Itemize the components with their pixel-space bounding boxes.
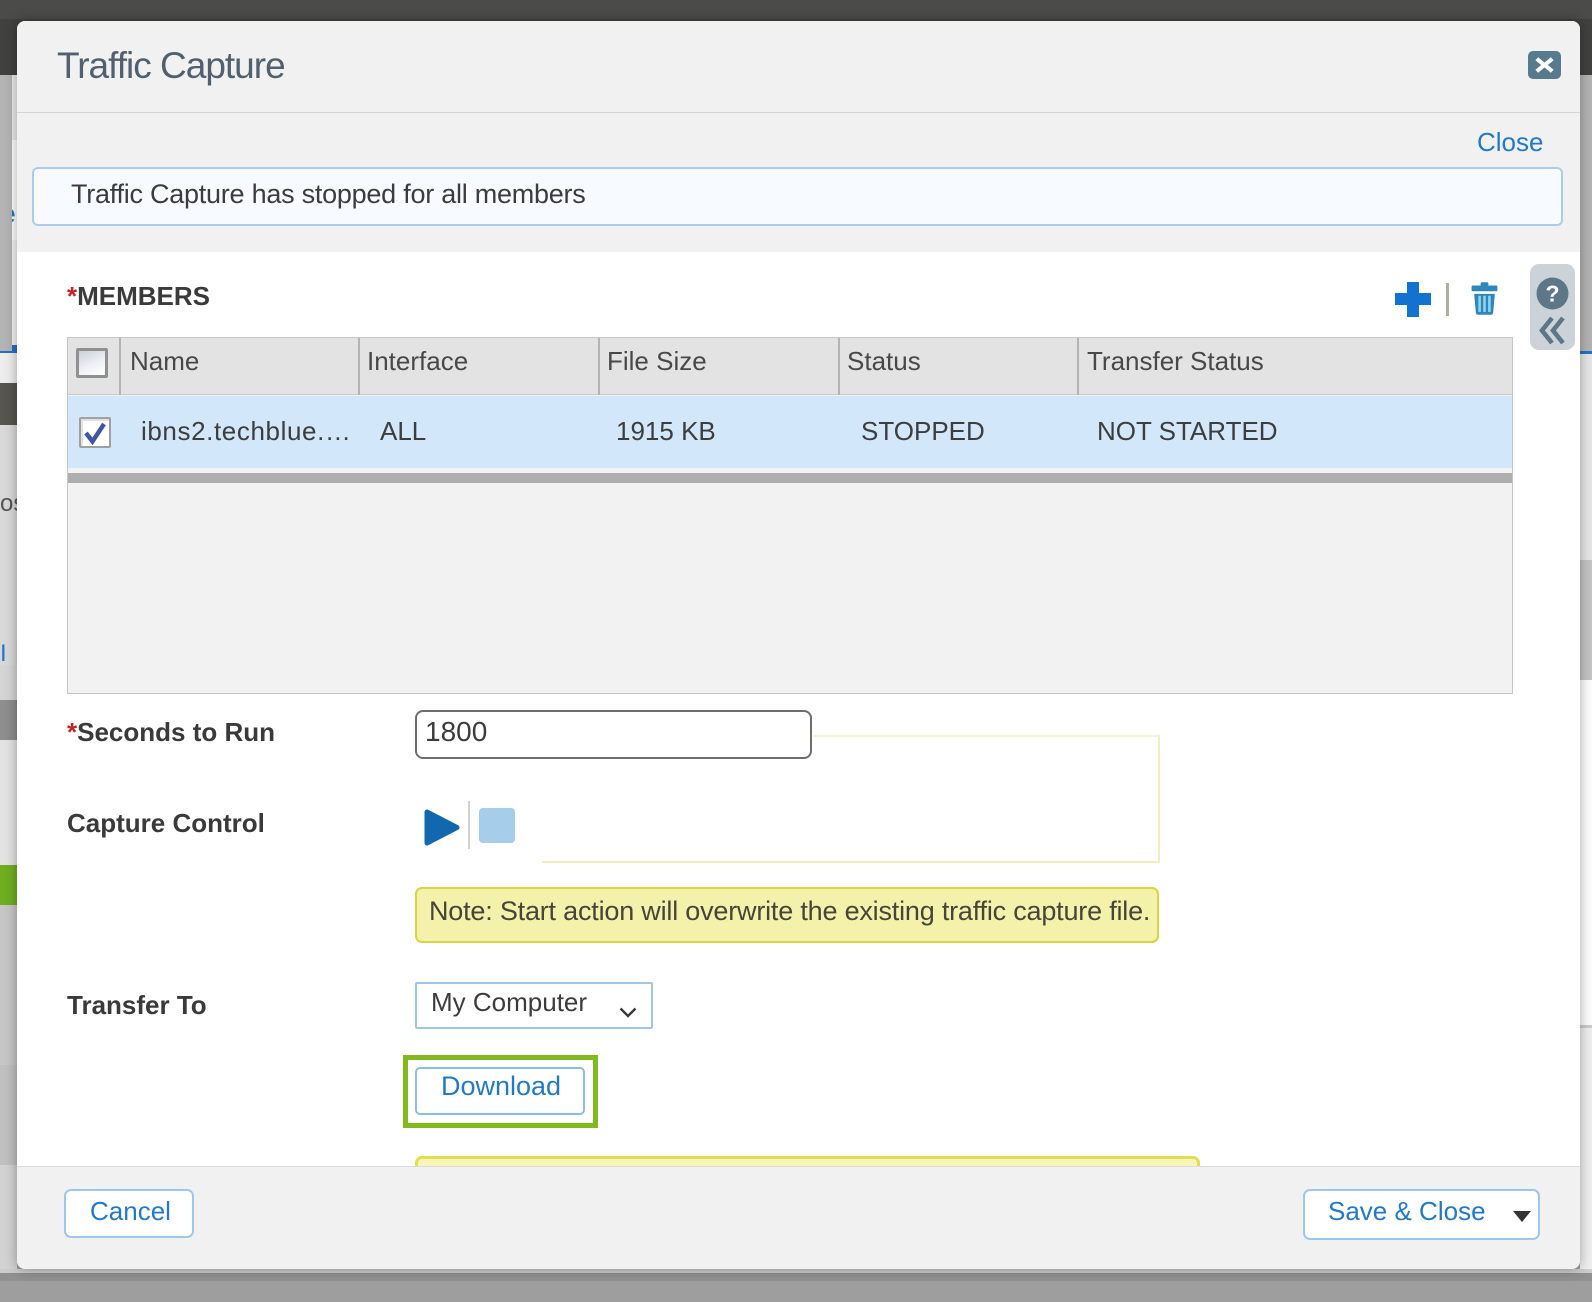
svg-text:?: ?: [1545, 281, 1559, 307]
